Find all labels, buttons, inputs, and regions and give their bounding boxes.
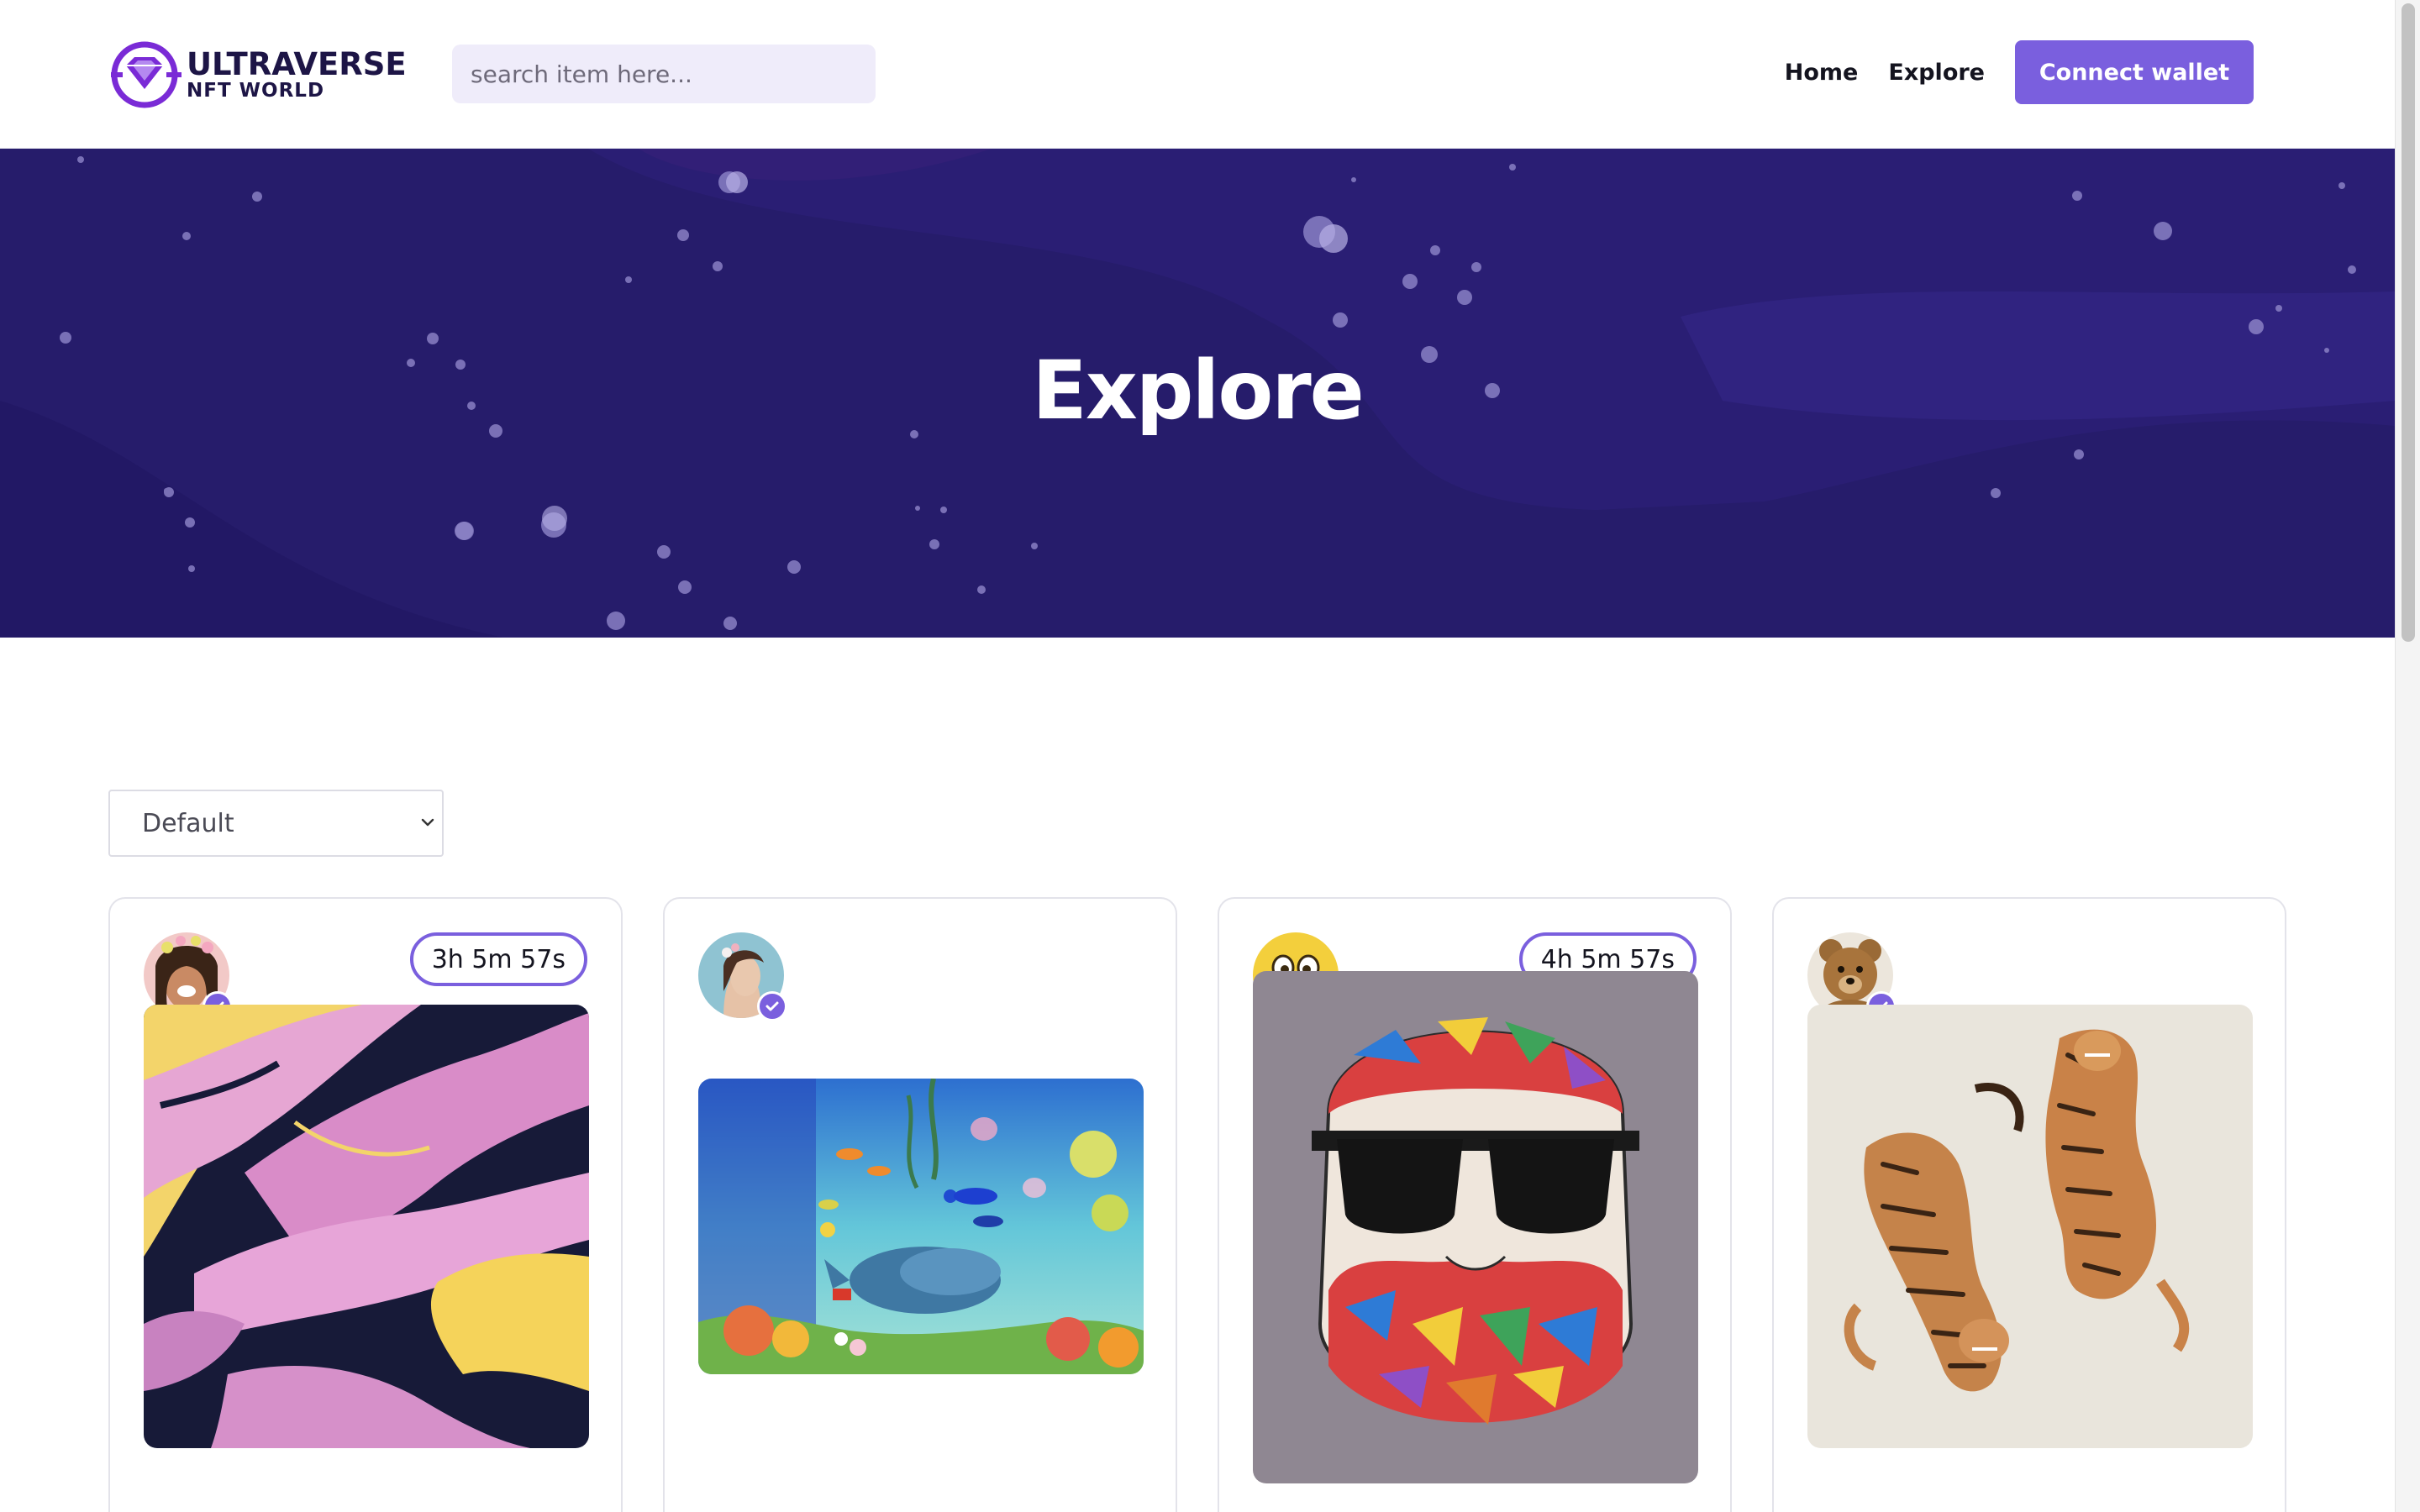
nft-card[interactable] <box>663 897 1177 1512</box>
pink-yellow-marble-fluid-art <box>144 1005 589 1448</box>
hero-banner: Explore <box>0 149 2395 638</box>
nft-artwork-image[interactable] <box>144 1005 589 1448</box>
main-nav: Home Explore Connect wallet <box>1785 40 2254 104</box>
logo-title: ULTRAVERSE <box>187 46 407 82</box>
scrollbar-thumb[interactable] <box>2402 3 2415 642</box>
two-tigers-illustration <box>1807 1005 2253 1448</box>
nav-explore-link[interactable]: Explore <box>1888 60 1985 86</box>
creator-avatar[interactable] <box>698 932 787 1021</box>
nft-card[interactable]: 4h 5m 57s <box>1218 897 1732 1512</box>
diamond-logo-icon <box>111 41 182 108</box>
nft-artwork-image[interactable] <box>1253 971 1698 1483</box>
sort-select[interactable]: Default <box>108 790 444 857</box>
verified-check-icon <box>757 991 787 1021</box>
search-input[interactable] <box>452 45 876 103</box>
connect-wallet-button[interactable]: Connect wallet <box>2015 40 2254 104</box>
page-scrollbar[interactable] <box>2395 0 2420 1512</box>
chevron-down-icon <box>421 818 434 827</box>
nft-artwork-image[interactable] <box>698 1079 1144 1374</box>
auction-timer-badge: 3h 5m 57s <box>409 932 587 986</box>
nft-card[interactable] <box>1772 897 2286 1512</box>
nav-home-link[interactable]: Home <box>1785 60 1859 86</box>
site-logo[interactable]: ULTRAVERSE NFT WORLD <box>108 40 410 109</box>
logo-subtitle: NFT WORLD <box>187 80 325 102</box>
explore-page: ULTRAVERSE NFT WORLD Home Explore Connec… <box>0 0 2420 1512</box>
page-title: Explore <box>1032 344 1365 438</box>
site-header: ULTRAVERSE NFT WORLD Home Explore Connec… <box>0 0 2395 149</box>
logo-text: ULTRAVERSE NFT WORLD <box>187 49 407 101</box>
nft-card[interactable]: 3h 5m 57s <box>108 897 623 1512</box>
nft-artwork-image[interactable] <box>1807 1005 2253 1448</box>
mosaic-beard-man-sunglasses <box>1253 971 1698 1483</box>
underwater-whale-coral-scene <box>698 1079 1144 1374</box>
